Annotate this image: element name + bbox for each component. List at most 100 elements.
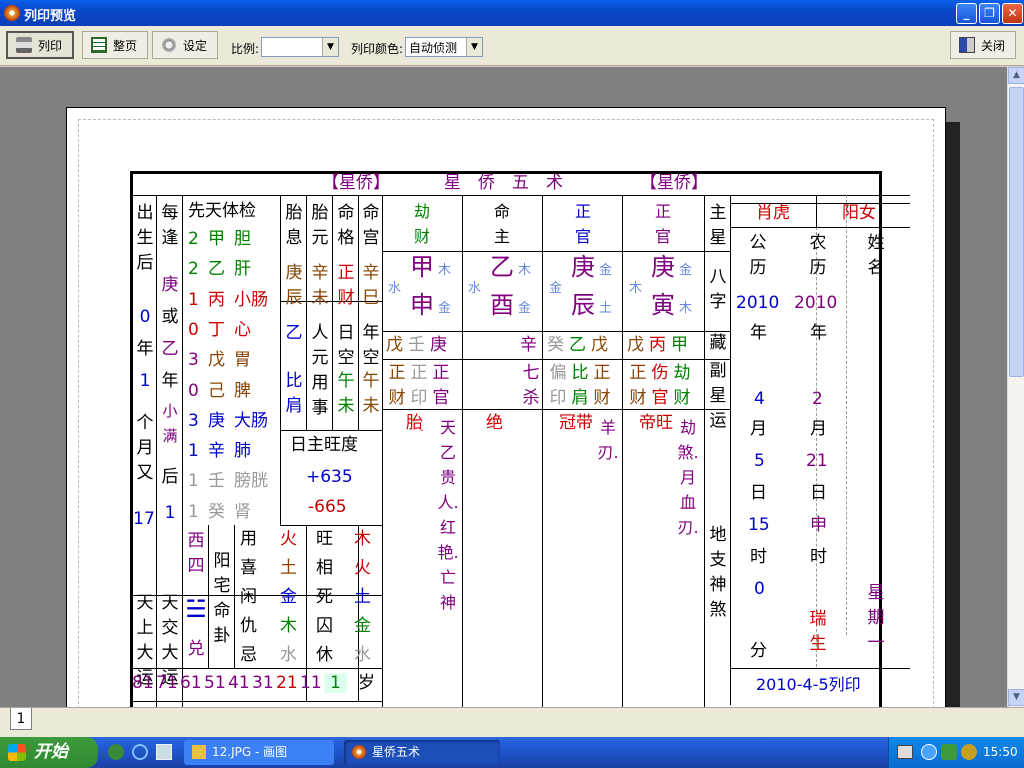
hidden-stem: 戊: [627, 335, 644, 355]
hidden-stem: 辛: [520, 335, 537, 355]
close-button[interactable]: 关闭: [950, 31, 1016, 59]
scroll-thumb[interactable]: [1009, 87, 1024, 377]
vertical-scrollbar[interactable]: ▲ ▼: [1007, 67, 1024, 707]
title-bar: 列印预览 _ ❐ ✕: [0, 0, 1024, 26]
wang-element: 水: [354, 645, 371, 665]
pillar-branch-element: 金: [438, 301, 452, 316]
chevron-down-icon: ▼: [466, 38, 482, 56]
shensha-col1: 天乙贵人.红艳.亡神: [437, 418, 459, 612]
pillar-branch-element: 土: [599, 301, 613, 316]
sub-star: 偏印: [549, 363, 567, 408]
wang-label: 休: [316, 645, 333, 665]
pillar-branch: 酉: [490, 291, 514, 319]
sub-star: 正财: [593, 363, 611, 408]
health-count: 2: [188, 259, 199, 280]
hidden-stem: 壬: [408, 335, 425, 355]
print-date: 2010-4-5列印: [756, 675, 861, 694]
scroll-down-icon[interactable]: ▼: [1008, 689, 1024, 706]
wang-label: 囚: [316, 616, 333, 636]
pillar-yun: 绝: [486, 413, 503, 433]
header-right: 【星侨】: [640, 173, 708, 193]
health-stem: 辛: [208, 441, 225, 462]
desktop-icon[interactable]: [156, 744, 172, 760]
health-stem: 乙: [208, 259, 225, 280]
pillar-stem: 庚: [571, 253, 595, 281]
sub-star: 正财: [629, 363, 647, 408]
health-count: 2: [188, 229, 199, 249]
yong-label: 闲: [240, 587, 257, 607]
pillar-branch-element: 金: [518, 301, 532, 316]
health-organ: 膀胱: [234, 471, 268, 492]
wang-label: 相: [316, 558, 333, 578]
minimize-button[interactable]: _: [956, 3, 977, 24]
age-cell: 81: [132, 673, 154, 693]
bazi-chart: 【星侨】 星 侨 五 术 【星侨】 出生后 0 年 1 个月又 17 每逢 庚 …: [130, 171, 910, 711]
hidden-stem: 庚: [430, 335, 447, 355]
yong-element: 火: [280, 529, 297, 549]
system-tray: 15:50: [888, 737, 1024, 768]
shield-icon[interactable]: [941, 744, 957, 760]
health-count: 1: [188, 471, 199, 492]
pillar-yun: 帝旺: [639, 413, 673, 433]
page-icon: [91, 37, 107, 53]
hidden-stem: 乙: [569, 335, 586, 355]
ie-icon[interactable]: [132, 744, 148, 760]
scroll-up-icon[interactable]: ▲: [1008, 67, 1024, 84]
pillar-element: 金: [549, 281, 563, 296]
sub-star: 正印: [410, 363, 428, 408]
hidden-stem: 甲: [671, 335, 688, 355]
print-button[interactable]: 列印: [6, 31, 74, 59]
hidden-stem: 丙: [649, 335, 666, 355]
whole-page-button[interactable]: 整页: [82, 31, 148, 59]
print-color-select[interactable]: 自动侦测 ▼: [405, 37, 483, 57]
wang-element: 土: [354, 587, 371, 607]
wang-element: 木: [354, 529, 371, 549]
shensha-col3: 羊刃.: [597, 418, 619, 462]
health-stem: 丁: [208, 319, 225, 340]
health-count: 1: [188, 501, 199, 522]
health-header: 先天体检: [188, 201, 256, 221]
arrow-left-icon[interactable]: [921, 744, 937, 760]
age-cell: 61: [180, 673, 202, 693]
pillar-branch-element: 木: [679, 301, 693, 316]
wang-label: 旺: [316, 529, 333, 549]
maximize-button[interactable]: ❐: [979, 3, 1000, 24]
health-stem: 庚: [208, 410, 225, 431]
health-stem: 癸: [208, 501, 225, 522]
health-stem: 己: [208, 380, 225, 401]
pillar-branch: 辰: [571, 291, 595, 319]
health-stem: 甲: [208, 229, 225, 249]
print-color-label: 列印颜色:: [351, 42, 404, 56]
health-count: 0: [188, 319, 199, 340]
health-organ: 肝: [234, 259, 251, 280]
task-xingqiao[interactable]: 星侨五术: [344, 740, 500, 765]
health-organ: 肺: [234, 441, 251, 462]
age-unit: 岁: [358, 673, 375, 693]
task-paint[interactable]: 12.JPG - 画图: [184, 740, 334, 765]
scale-label: 比例:: [231, 42, 260, 56]
pillar-element: 水: [468, 281, 482, 296]
health-organ: 胃: [234, 350, 251, 371]
media-player-icon[interactable]: [108, 744, 124, 760]
keyboard-icon[interactable]: [897, 745, 913, 759]
age-cell: 71: [156, 673, 178, 693]
yong-element: 水: [280, 645, 297, 665]
start-button[interactable]: 开始: [0, 737, 98, 768]
pillar-god: 命主: [493, 202, 510, 246]
gender: 阳女: [842, 203, 876, 223]
settings-button[interactable]: 设定: [152, 31, 218, 59]
page-tabs: 1: [0, 707, 1024, 737]
pillar-god: 劫财: [413, 202, 430, 246]
close-window-button[interactable]: ✕: [1002, 3, 1023, 24]
hidden-stem: 戊: [591, 335, 608, 355]
security-icon[interactable]: [961, 744, 977, 760]
tab-page-1[interactable]: 1: [10, 708, 32, 730]
chevron-down-icon: ▼: [322, 38, 338, 56]
yong-element: 木: [280, 616, 297, 636]
scale-select[interactable]: ▼: [261, 37, 339, 57]
trigram-icon: ☱: [185, 595, 207, 623]
age-cell: 51: [204, 673, 226, 693]
paint-icon: [192, 745, 206, 759]
score-negative: -665: [308, 497, 347, 517]
age-cell: 21: [276, 673, 298, 693]
